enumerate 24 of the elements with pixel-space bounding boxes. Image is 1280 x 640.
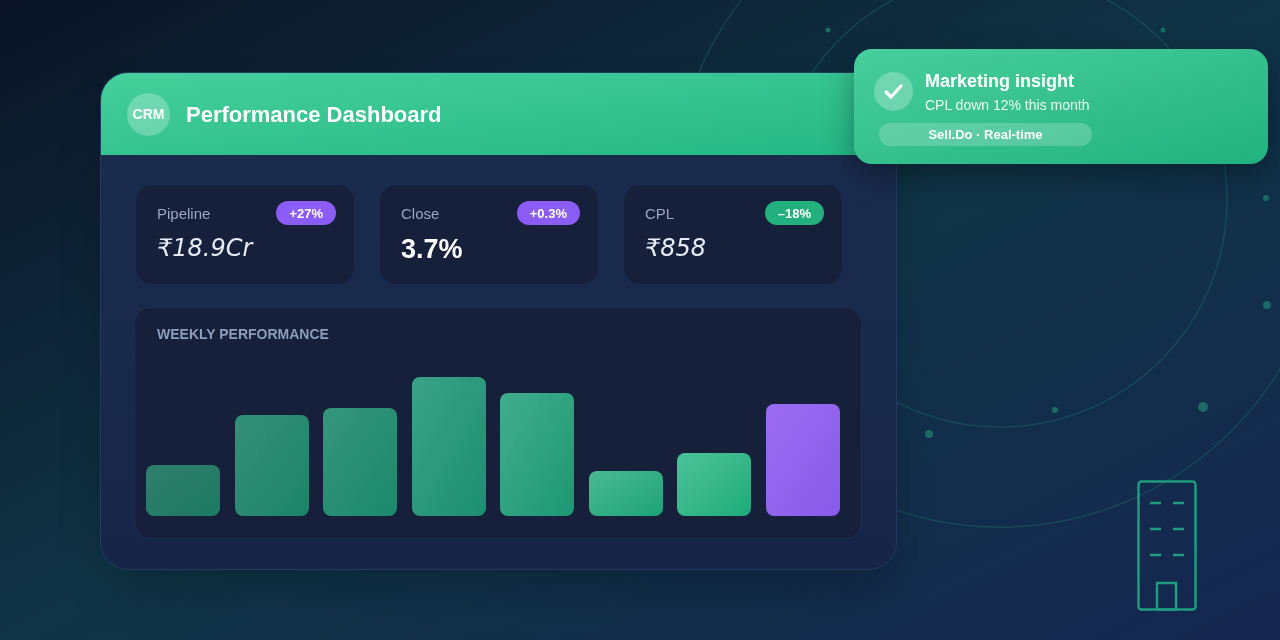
building-icon: [1137, 480, 1197, 611]
check-icon: [874, 72, 913, 111]
metric-label: Close: [401, 205, 440, 221]
metric-label: Pipeline: [157, 205, 211, 221]
window-title: Performance Dashboard: [186, 100, 442, 129]
source-tag: Sell.Do · Real-time: [879, 123, 1092, 146]
decorative-dot: [1263, 301, 1271, 309]
metric-value: ₹18.9Cr: [157, 233, 255, 263]
toast-message: CPL down 12% this month: [925, 96, 1090, 114]
decorative-dot: [1160, 27, 1166, 33]
app-logo: CRM: [127, 92, 170, 136]
change-badge: +0.3%: [516, 201, 580, 225]
toast-title: Marketing insight: [925, 70, 1075, 92]
decorative-dot: [825, 27, 831, 33]
decorative-dot: [1263, 195, 1269, 201]
decorative-dot: [1052, 407, 1058, 413]
metric-value: ₹858: [645, 233, 708, 263]
decorative-dot: [1198, 402, 1208, 412]
change-badge: +27%: [276, 201, 336, 225]
metric-label: CPL: [645, 205, 675, 221]
metric-value: 3.7%: [401, 233, 464, 266]
decorative-dot: [925, 430, 933, 438]
change-badge: –18%: [764, 201, 824, 225]
chart-title: WEEKLY PERFORMANCE: [157, 325, 329, 344]
